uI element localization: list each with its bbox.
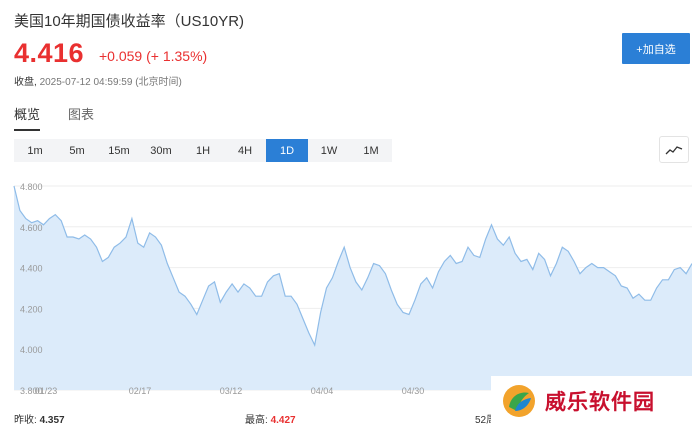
stat-label: 昨收: xyxy=(14,415,37,426)
period-30m[interactable]: 30m xyxy=(140,139,182,162)
price-change: +0.059 (+ 1.35%) xyxy=(99,48,208,64)
period-4h[interactable]: 4H xyxy=(224,139,266,162)
y-tick-label: 4.600 xyxy=(20,223,43,233)
close-label: 收盘, xyxy=(14,77,37,88)
x-tick-label: 04/30 xyxy=(402,386,425,396)
x-tick-label: 01/23 xyxy=(35,386,58,396)
add-watchlist-button[interactable]: +加自选 xyxy=(622,33,690,64)
y-tick-label: 4.200 xyxy=(20,304,43,314)
chart-area xyxy=(13,185,692,390)
view-tabs: 概览 图表 xyxy=(14,104,94,131)
x-tick-label: 04/04 xyxy=(311,386,334,396)
period-1h[interactable]: 1H xyxy=(182,139,224,162)
x-tick-label: 02/17 xyxy=(129,386,152,396)
x-tick-label: 03/12 xyxy=(220,386,243,396)
period-1d[interactable]: 1D xyxy=(266,139,308,162)
stat-value: 4.357 xyxy=(39,415,65,426)
close-timestamp: 收盘, 2025-07-12 04:59:59 (北京时间) xyxy=(14,73,182,88)
stat-value: 4.427 xyxy=(270,415,296,426)
watermark-text: 威乐软件园 xyxy=(545,389,655,414)
chart-type-button[interactable] xyxy=(659,136,689,163)
line-chart-icon xyxy=(665,145,683,154)
current-price: 4.416 xyxy=(14,38,85,68)
period-5m[interactable]: 5m xyxy=(56,139,98,162)
series-area xyxy=(14,186,692,390)
period-selector: 1m 5m 15m 30m 1H 4H 1D 1W 1M xyxy=(14,139,392,162)
yield-chart: 3.8004.0004.2004.4004.6004.800 01/23 02/1… xyxy=(13,182,692,396)
period-1mo[interactable]: 1M xyxy=(350,139,392,162)
tab-chart[interactable]: 图表 xyxy=(68,104,94,131)
watermark-logo-icon xyxy=(503,385,535,417)
y-tick-label: 4.800 xyxy=(20,182,43,192)
y-tick-label: 4.000 xyxy=(20,345,43,355)
tab-overview[interactable]: 概览 xyxy=(14,104,41,131)
period-1m[interactable]: 1m xyxy=(14,139,56,162)
instrument-title: 美国10年期国债收益率（US10YR) xyxy=(14,13,245,30)
stat-high: 最高: 4.427 xyxy=(245,411,296,426)
period-15m[interactable]: 15m xyxy=(98,139,140,162)
y-tick-label: 4.400 xyxy=(20,264,43,274)
stat-prev-close: 昨收: 4.357 xyxy=(14,411,65,426)
timestamp-value: 2025-07-12 04:59:59 (北京时间) xyxy=(39,77,182,88)
period-1w[interactable]: 1W xyxy=(308,139,350,162)
watermark: 威乐软件园 xyxy=(491,376,692,426)
stat-label: 最高: xyxy=(245,415,268,426)
